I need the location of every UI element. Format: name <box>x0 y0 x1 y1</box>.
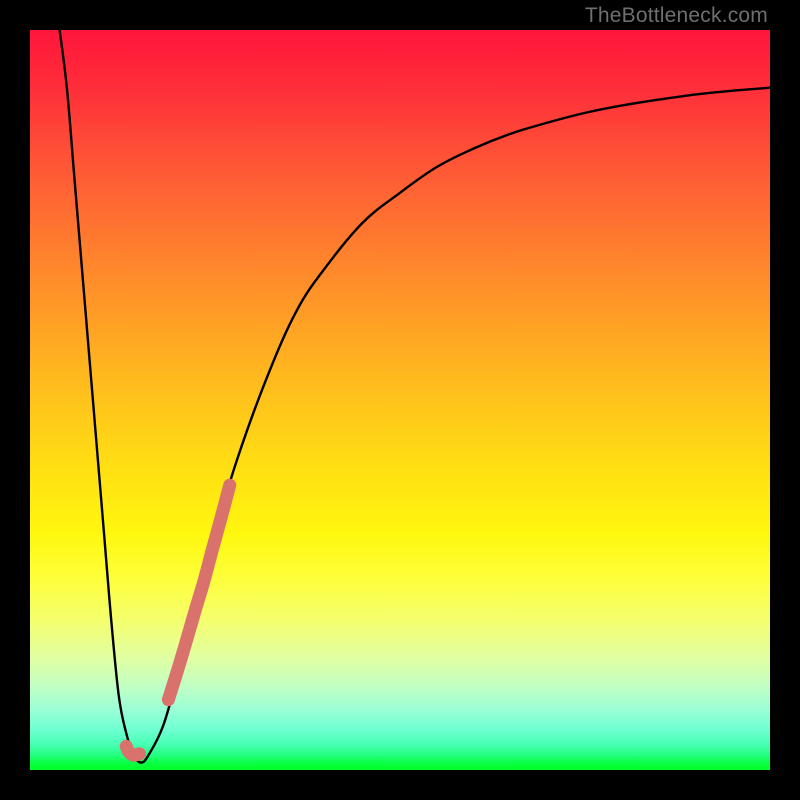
plot-area <box>30 30 770 770</box>
watermark-text: TheBottleneck.com <box>585 4 768 28</box>
highlight-upper <box>168 485 229 700</box>
highlight-lower <box>126 746 139 755</box>
chart-frame: TheBottleneck.com <box>0 0 800 800</box>
bottleneck-curve <box>60 30 770 763</box>
plot-svg <box>30 30 770 770</box>
